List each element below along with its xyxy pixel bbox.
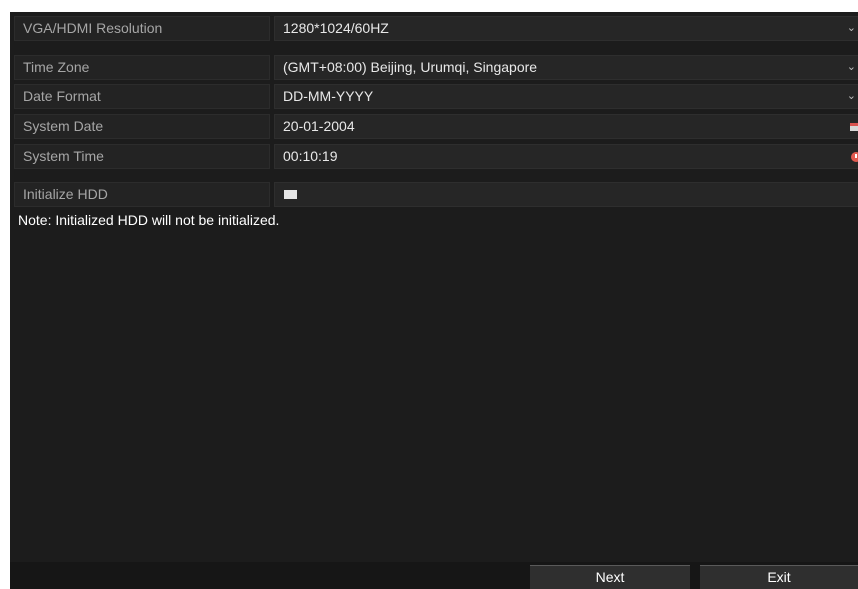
next-button[interactable]: Next (530, 565, 690, 589)
initialize-hdd-label: Initialize HDD (14, 182, 270, 207)
note-text: Note: Initialized HDD will not be initia… (18, 212, 280, 228)
time-zone-label: Time Zone (14, 55, 270, 80)
system-date-label: System Date (14, 114, 270, 139)
resolution-value: 1280*1024/60HZ (283, 20, 389, 36)
calendar-icon[interactable] (850, 123, 858, 131)
chevron-down-icon: ⌄ (846, 61, 856, 73)
time-zone-select[interactable]: (GMT+08:00) Beijing, Urumqi, Singapore ⌄ (274, 55, 858, 80)
date-format-value: DD-MM-YYYY (283, 88, 374, 104)
resolution-row: VGA/HDMI Resolution 1280*1024/60HZ ⌄ (14, 16, 858, 41)
initialize-hdd-cell (274, 182, 858, 207)
date-format-row: Date Format DD-MM-YYYY ⌄ (14, 84, 858, 109)
system-date-row: System Date 20-01-2004 (14, 114, 858, 139)
chevron-down-icon: ⌄ (846, 90, 856, 102)
initialize-hdd-checkbox[interactable] (284, 190, 297, 199)
clock-icon[interactable] (851, 152, 858, 162)
time-zone-row: Time Zone (GMT+08:00) Beijing, Urumqi, S… (14, 55, 858, 80)
system-time-field[interactable]: 00:10:19 (274, 144, 858, 169)
time-zone-value: (GMT+08:00) Beijing, Urumqi, Singapore (283, 59, 538, 75)
date-format-label: Date Format (14, 84, 270, 109)
date-format-select[interactable]: DD-MM-YYYY ⌄ (274, 84, 858, 109)
resolution-select[interactable]: 1280*1024/60HZ ⌄ (274, 16, 858, 41)
system-time-value: 00:10:19 (283, 148, 338, 164)
initialize-hdd-row: Initialize HDD (14, 182, 858, 207)
resolution-label: VGA/HDMI Resolution (14, 16, 270, 41)
exit-button[interactable]: Exit (700, 565, 858, 589)
setup-wizard-panel: VGA/HDMI Resolution 1280*1024/60HZ ⌄ Tim… (10, 12, 858, 589)
system-time-row: System Time 00:10:19 (14, 144, 858, 169)
system-date-value: 20-01-2004 (283, 118, 355, 134)
system-date-field[interactable]: 20-01-2004 (274, 114, 858, 139)
system-time-label: System Time (14, 144, 270, 169)
chevron-down-icon: ⌄ (846, 22, 856, 34)
